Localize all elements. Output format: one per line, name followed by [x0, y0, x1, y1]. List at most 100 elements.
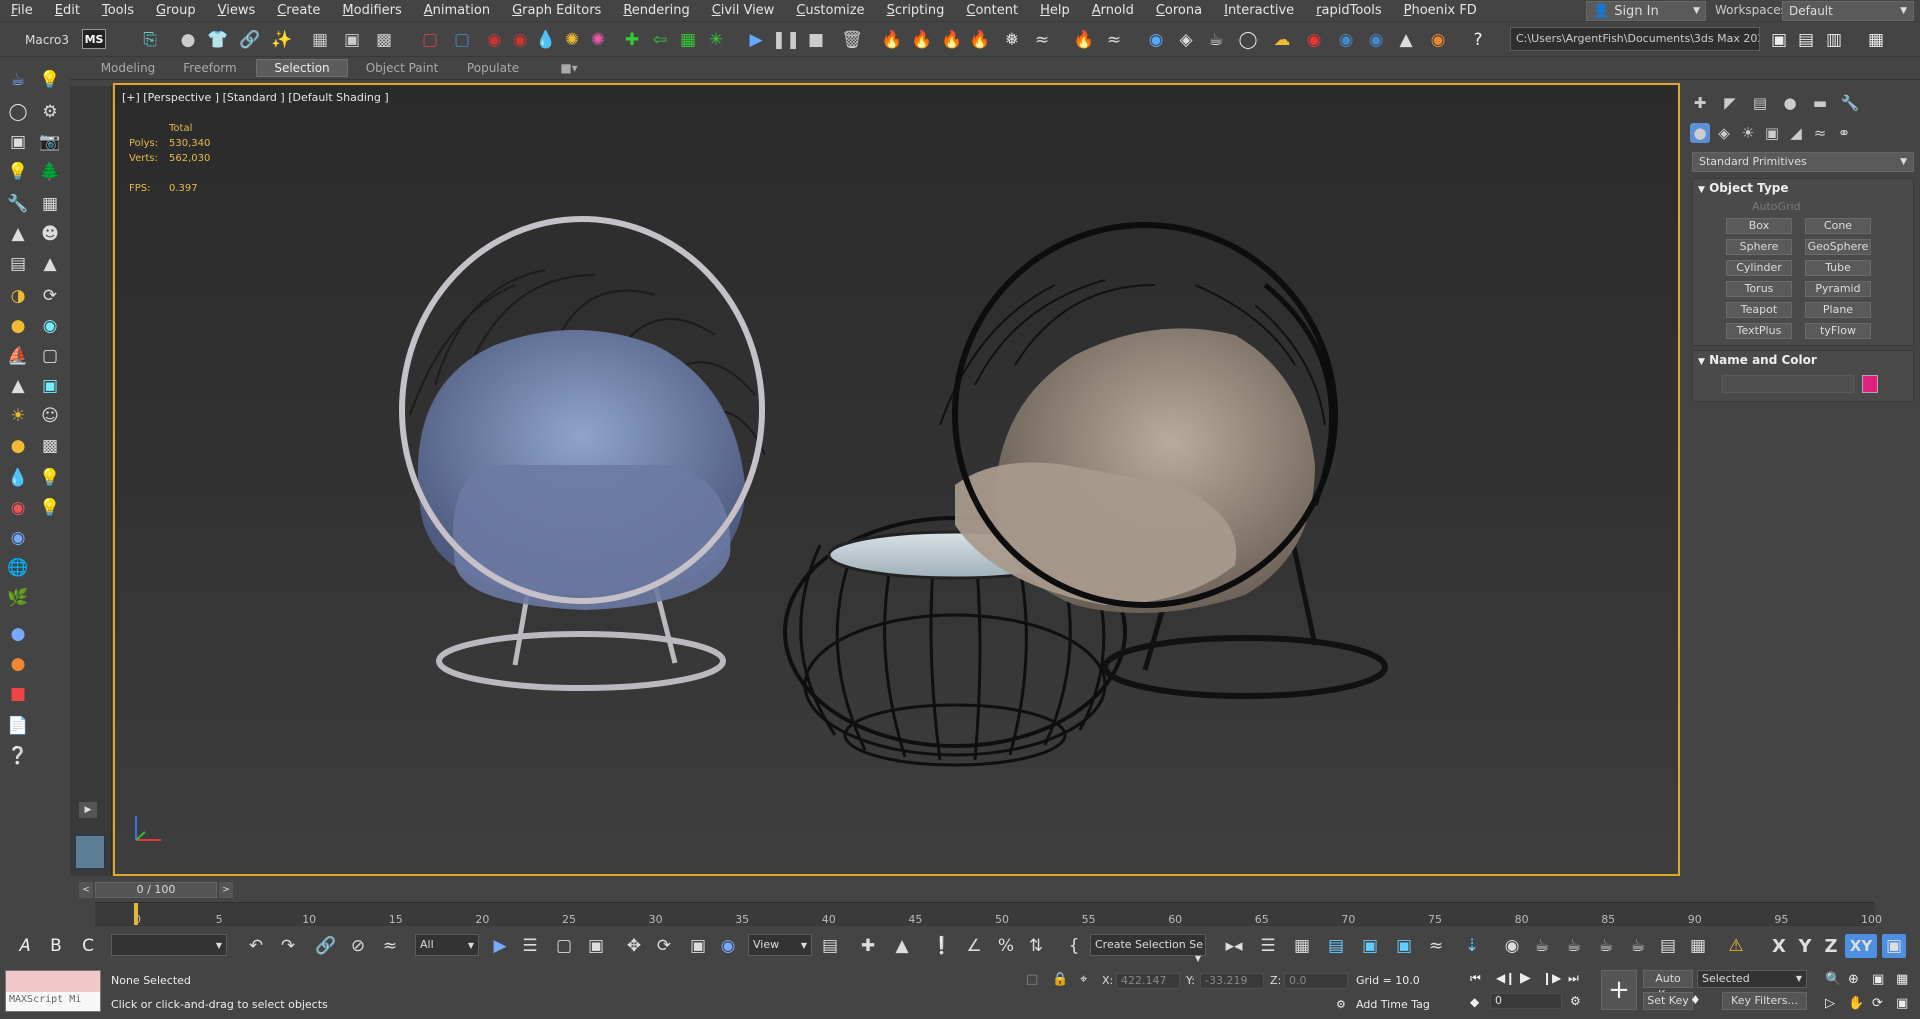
stop-icon[interactable]: ■: [804, 28, 828, 52]
key-icon[interactable]: ♦: [1690, 993, 1701, 1007]
menu-edit[interactable]: Edit: [44, 0, 91, 22]
curve-editor-icon[interactable]: ≈: [1424, 934, 1448, 958]
asterisk-green-icon[interactable]: ✳: [704, 28, 728, 52]
primitive-category-dropdown[interactable]: Standard Primitives ▼: [1692, 152, 1914, 172]
create-tube-button[interactable]: Tube: [1805, 260, 1871, 276]
stand-icon[interactable]: ▲: [6, 222, 30, 246]
axis-xy-button[interactable]: XY: [1845, 934, 1877, 958]
layer-manager-icon[interactable]: ▦: [1290, 934, 1314, 958]
tab-selection[interactable]: Selection: [256, 59, 348, 77]
create-cylinder-button[interactable]: Cylinder: [1726, 260, 1792, 276]
rect-selection-icon[interactable]: ▢: [552, 934, 576, 958]
link-icon[interactable]: 🔗: [314, 934, 338, 958]
edit-named-sets-icon[interactable]: {: [1062, 934, 1086, 958]
render-setup-icon[interactable]: ☕: [1530, 934, 1554, 958]
molecule-icon[interactable]: ◉: [6, 496, 30, 520]
grid-green-icon[interactable]: ▦: [676, 28, 700, 52]
display-tab-icon[interactable]: ▬: [1810, 93, 1830, 113]
selection-filter-dropdown[interactable]: All ▼: [415, 934, 479, 956]
plate-icon[interactable]: ◯: [1236, 28, 1260, 52]
move-icon[interactable]: ✥: [622, 934, 646, 958]
helpers-icon[interactable]: ◢: [1786, 123, 1806, 143]
menu-modifiers[interactable]: Modifiers: [331, 0, 412, 22]
sphere-icon[interactable]: ◉: [38, 314, 62, 338]
set-key-button[interactable]: Set Key: [1643, 992, 1693, 1010]
z-coord-field[interactable]: 0.0: [1284, 973, 1348, 989]
selection-lock-icon[interactable]: ●: [176, 28, 200, 52]
text-a-icon[interactable]: 𝐴: [12, 934, 36, 958]
panel-icon[interactable]: ▤: [6, 252, 30, 276]
sequence-icon[interactable]: ▤: [1656, 934, 1680, 958]
redo-icon[interactable]: ↷: [276, 934, 300, 958]
render-setup-icon[interactable]: ▦: [308, 28, 332, 52]
globe-icon[interactable]: 🌐: [6, 556, 30, 580]
systems-icon[interactable]: ⚭: [1834, 123, 1854, 143]
angle-snap-icon[interactable]: ∠: [962, 934, 986, 958]
select-object-icon[interactable]: ▶: [488, 934, 512, 958]
isolate-selection-icon[interactable]: □: [1026, 972, 1038, 987]
lamp-icon[interactable]: 💡: [38, 466, 62, 490]
maxscript-output[interactable]: [6, 971, 100, 992]
pivot-icon[interactable]: ▤: [818, 934, 842, 958]
menu-group[interactable]: Group: [145, 0, 207, 22]
play-icon[interactable]: ▶: [1520, 970, 1531, 986]
render-small-icon[interactable]: ■: [6, 682, 30, 706]
key-filters-button[interactable]: Key Filters...: [1722, 992, 1807, 1010]
create-plane-button[interactable]: Plane: [1805, 302, 1871, 318]
create-tyflow-button[interactable]: tyFlow: [1805, 323, 1871, 339]
play-blue-icon[interactable]: ▶: [744, 28, 768, 52]
menu-help[interactable]: Help: [1029, 0, 1081, 22]
zoom-all-icon[interactable]: ⊕: [1848, 972, 1859, 987]
percent-snap-icon[interactable]: %: [994, 934, 1018, 958]
key-set-dropdown[interactable]: Selected ▼: [1697, 970, 1807, 988]
fire4-icon[interactable]: 🔥: [968, 28, 992, 52]
shapes-icon[interactable]: ◈: [1714, 123, 1734, 143]
render-frame-icon[interactable]: ▣: [340, 28, 364, 52]
camera-icon[interactable]: 📷: [38, 130, 62, 154]
menu-corona[interactable]: Corona: [1145, 0, 1213, 22]
macro-label[interactable]: Macro3: [25, 33, 69, 47]
hierarchy-tab-icon[interactable]: ▤: [1750, 93, 1770, 113]
teapot-icon[interactable]: ☕: [6, 68, 30, 92]
ball-icon[interactable]: ●: [6, 622, 30, 646]
tab-freeform[interactable]: Freeform: [172, 59, 248, 77]
help-circle-icon[interactable]: ❔: [6, 744, 30, 768]
schematic-view-icon[interactable]: ⇣: [1460, 934, 1484, 958]
workspace-dropdown[interactable]: Default ▼: [1782, 1, 1914, 21]
help-icon[interactable]: ?: [1466, 28, 1490, 52]
menu-rendering[interactable]: Rendering: [612, 0, 700, 22]
create-cone-button[interactable]: Cone: [1805, 218, 1871, 234]
path-icon-4[interactable]: ▦: [1864, 28, 1888, 52]
menu-arnold[interactable]: Arnold: [1081, 0, 1145, 22]
path-save-icon[interactable]: ▤: [1794, 28, 1818, 52]
tab-object-paint[interactable]: Object Paint: [360, 59, 444, 77]
create-box-button[interactable]: Box: [1726, 218, 1792, 234]
time-config-icon[interactable]: ⚙: [1570, 994, 1581, 1008]
colors-icon[interactable]: ●: [6, 652, 30, 676]
menu-phoenix-fd[interactable]: Phoenix FD: [1393, 0, 1488, 22]
perspective-viewport[interactable]: [+] [Perspective ] [Standard ] [Default …: [113, 83, 1680, 876]
text-b-icon[interactable]: B: [44, 934, 68, 958]
lights-icon[interactable]: ☀: [1738, 123, 1758, 143]
object-color-swatch[interactable]: [1862, 375, 1878, 393]
arnold-red-icon[interactable]: ◉: [482, 28, 506, 52]
sign-in-dropdown[interactable]: 👤 Sign In ▼: [1586, 1, 1706, 21]
box-blue-icon[interactable]: ▢: [450, 28, 474, 52]
undo-icon[interactable]: ↶: [244, 934, 268, 958]
table-icon[interactable]: ▦: [38, 192, 62, 216]
field-of-view-icon[interactable]: ▷: [1825, 996, 1835, 1011]
wave2-icon[interactable]: ≈: [1102, 28, 1126, 52]
modify-tab-icon[interactable]: ◤: [1720, 93, 1740, 113]
square-icon[interactable]: ▢: [38, 344, 62, 368]
auto-key-button[interactable]: Auto Key: [1643, 970, 1693, 1001]
axis-y-button[interactable]: Y: [1793, 934, 1817, 958]
fire2-icon[interactable]: 🔥: [910, 28, 934, 52]
set-key-plus-icon[interactable]: +: [1601, 970, 1637, 1010]
create-pyramid-button[interactable]: Pyramid: [1805, 281, 1871, 297]
create-sphere-button[interactable]: Sphere: [1726, 239, 1792, 255]
open-script-icon[interactable]: ⎘: [138, 28, 162, 52]
menu-create[interactable]: Create: [266, 0, 331, 22]
reference-coordinate-dropdown[interactable]: View ▼: [748, 934, 812, 956]
menu-civil-view[interactable]: Civil View: [701, 0, 786, 22]
maxscript-button[interactable]: MS: [82, 29, 106, 49]
